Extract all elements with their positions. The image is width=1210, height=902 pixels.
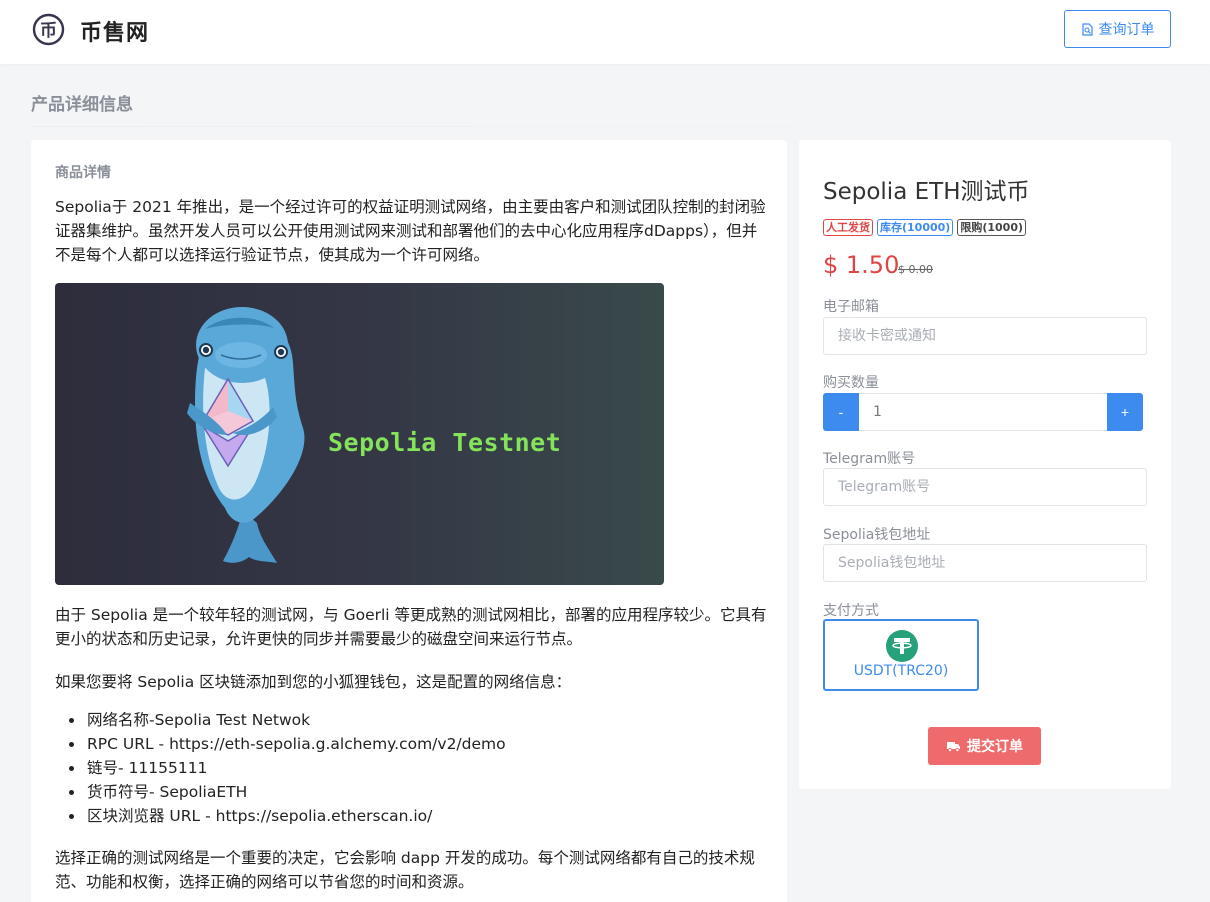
query-order-label: 查询订单 <box>1098 21 1155 37</box>
product-price: $ 1.50 <box>823 251 900 279</box>
wallet-label: Sepolia钱包地址 <box>823 527 931 543</box>
list-item: 链号- 11155111 <box>55 756 767 780</box>
network-config-list: 网络名称-Sepolia Test Netwok RPC URL - https… <box>55 708 767 828</box>
submit-order-button[interactable]: 提交订单 <box>928 727 1041 765</box>
description-heading: 商品详情 <box>55 165 111 181</box>
section-divider <box>31 126 1171 127</box>
intro-paragraph: Sepolia于 2021 年推出，是一个经过许可的权益证明测试网络，由主要由客… <box>55 198 766 264</box>
manual-delivery-badge: 人工发货 <box>823 219 873 236</box>
original-price: $ 0.00 <box>898 263 933 276</box>
comparison-paragraph: 由于 Sepolia 是一个较年轻的测试网，与 Goerli 等更成熟的测试网相… <box>55 606 767 648</box>
query-order-button[interactable]: 查询订单 <box>1064 10 1171 48</box>
product-title: Sepolia ETH测试币 <box>823 179 1030 205</box>
truck-icon <box>947 742 960 752</box>
payment-option-label: USDT(TRC20) <box>853 663 949 679</box>
network-config-intro: 如果您要将 Sepolia 区块链添加到您的小狐狸钱包，这是配置的网络信息： <box>55 673 572 691</box>
page-title: 产品详细信息 <box>31 95 133 115</box>
banner-title: Sepolia Testnet <box>328 428 562 457</box>
stock-badge: 库存(10000) <box>877 219 954 236</box>
document-search-icon <box>1081 22 1093 36</box>
list-item: 区块浏览器 URL - https://sepolia.etherscan.io… <box>55 804 767 828</box>
svg-text:币: 币 <box>40 21 57 41</box>
sepolia-banner-image: Sepolia Testnet <box>55 283 664 585</box>
site-logo-icon[interactable]: 币 <box>32 13 65 46</box>
email-label: 电子邮箱 <box>823 299 879 315</box>
closing-paragraph: 选择正确的测试网络是一个重要的决定，它会影响 dapp 开发的成功。每个测试网络… <box>55 849 755 891</box>
quantity-increase-button[interactable]: + <box>1107 393 1143 431</box>
quantity-input[interactable] <box>859 393 1107 431</box>
payment-option-usdt-trc20[interactable]: USDT(TRC20) <box>823 619 979 691</box>
wallet-address-input[interactable] <box>823 544 1147 582</box>
quantity-label: 购买数量 <box>823 375 879 391</box>
telegram-label: Telegram账号 <box>823 451 916 467</box>
site-name[interactable]: 币售网 <box>80 15 149 47</box>
quantity-decrease-button[interactable]: - <box>823 393 859 431</box>
list-item: RPC URL - https://eth-sepolia.g.alchemy.… <box>55 732 767 756</box>
purchase-limit-badge: 限购(1000) <box>957 219 1026 236</box>
payment-method-label: 支付方式 <box>823 603 879 619</box>
list-item: 网络名称-Sepolia Test Netwok <box>55 708 767 732</box>
list-item: 货币符号- SepoliaETH <box>55 780 767 804</box>
submit-order-label: 提交订单 <box>967 738 1023 754</box>
order-form-card: Sepolia ETH测试币 人工发货 库存(10000) 限购(1000) $… <box>799 140 1171 789</box>
usdt-icon <box>886 630 918 662</box>
product-badges: 人工发货 库存(10000) 限购(1000) <box>823 219 1026 236</box>
header: 币 币售网 查询订单 <box>0 0 1210 64</box>
email-input[interactable] <box>823 317 1147 355</box>
telegram-input[interactable] <box>823 468 1147 506</box>
product-description-card: 商品详情 Sepolia于 2021 年推出，是一个经过许可的权益证明测试网络，… <box>31 140 787 902</box>
